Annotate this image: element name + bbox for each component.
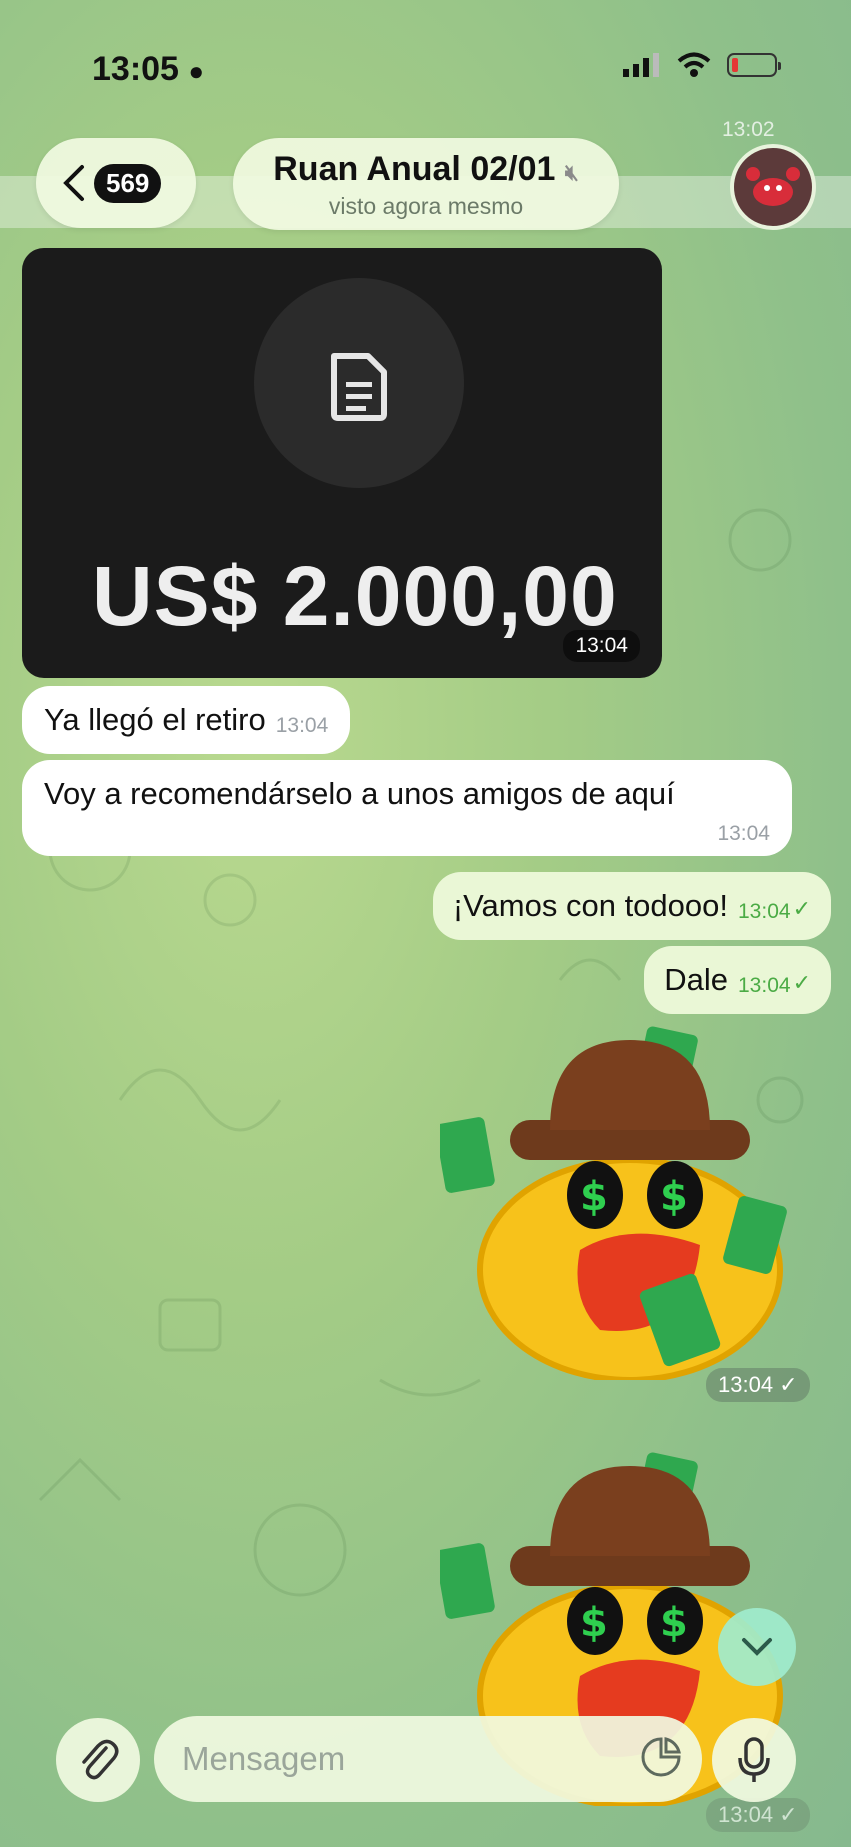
message-time: 13:04 <box>563 630 640 662</box>
message-input[interactable] <box>180 1739 604 1779</box>
attach-button[interactable] <box>56 1718 140 1802</box>
chat-status: visto agora mesmo <box>328 193 524 219</box>
message-time: 13:04 <box>717 822 770 845</box>
person-icon: ● <box>188 56 205 86</box>
svg-text:$: $ <box>660 1174 688 1220</box>
outgoing-message[interactable]: ¡Vamos con todooo! 13:04✓ <box>432 872 831 940</box>
sticker-time: 13:04 ✓ <box>706 1798 810 1832</box>
outgoing-message[interactable]: Dale 13:04✓ <box>644 946 831 1014</box>
back-button[interactable]: 569 <box>36 138 196 228</box>
chevron-down-icon <box>742 1638 772 1656</box>
message-time: 13:04 <box>738 900 791 923</box>
avatar[interactable] <box>730 144 816 230</box>
chat-title[interactable]: Ruan Anual 02/01 🔇︎ visto agora mesmo <box>233 138 619 230</box>
message-text: ¡Vamos con todooo! <box>452 888 728 923</box>
sticker-time: 13:04 ✓ <box>706 1368 810 1402</box>
incoming-message[interactable]: Voy a recomendárselo a unos amigos de aq… <box>22 760 792 856</box>
chevron-left-icon <box>63 165 84 201</box>
message-text: Voy a recomendárselo a unos amigos de aq… <box>44 776 675 811</box>
read-check-icon: ✓ <box>792 896 811 921</box>
message-text: Dale <box>664 962 728 997</box>
incoming-message[interactable]: Ya llegó el retiro 13:04 <box>22 686 351 754</box>
svg-text:$: $ <box>580 1174 608 1220</box>
document-icon <box>331 353 387 421</box>
signal-icon <box>623 53 659 77</box>
svg-text:$: $ <box>580 1600 608 1646</box>
transfer-amount: US$ 2.000,00 <box>92 549 618 643</box>
read-check-icon: ✓ <box>792 970 811 995</box>
scroll-to-bottom-button[interactable] <box>718 1608 796 1686</box>
svg-text:$: $ <box>660 1600 688 1646</box>
image-message[interactable]: US$ 2.000,00 13:04 <box>22 248 662 678</box>
muted-icon: 🔇︎ <box>564 160 579 185</box>
ghost-timestamp: 13:02 <box>722 118 775 141</box>
sticker-icon[interactable] <box>640 1736 682 1778</box>
status-indicators <box>623 52 781 78</box>
wifi-icon <box>677 52 711 77</box>
unread-count-badge: 569 <box>94 163 162 203</box>
paperclip-icon <box>82 1739 119 1780</box>
crab-avatar-icon <box>746 167 800 206</box>
message-time: 13:04 <box>275 714 329 737</box>
message-time: 13:04 <box>738 974 791 997</box>
microphone-button[interactable] <box>712 1718 796 1802</box>
status-time: 13:05 ● <box>92 50 205 88</box>
duck-money-sticker[interactable]: $ $ <box>440 1020 820 1380</box>
battery-icon <box>727 53 781 77</box>
message-input-box[interactable] <box>154 1716 702 1802</box>
message-text: Ya llegó el retiro <box>44 702 266 737</box>
chat-name: Ruan Anual 02/01 <box>273 150 556 188</box>
microphone-icon <box>738 1737 770 1782</box>
